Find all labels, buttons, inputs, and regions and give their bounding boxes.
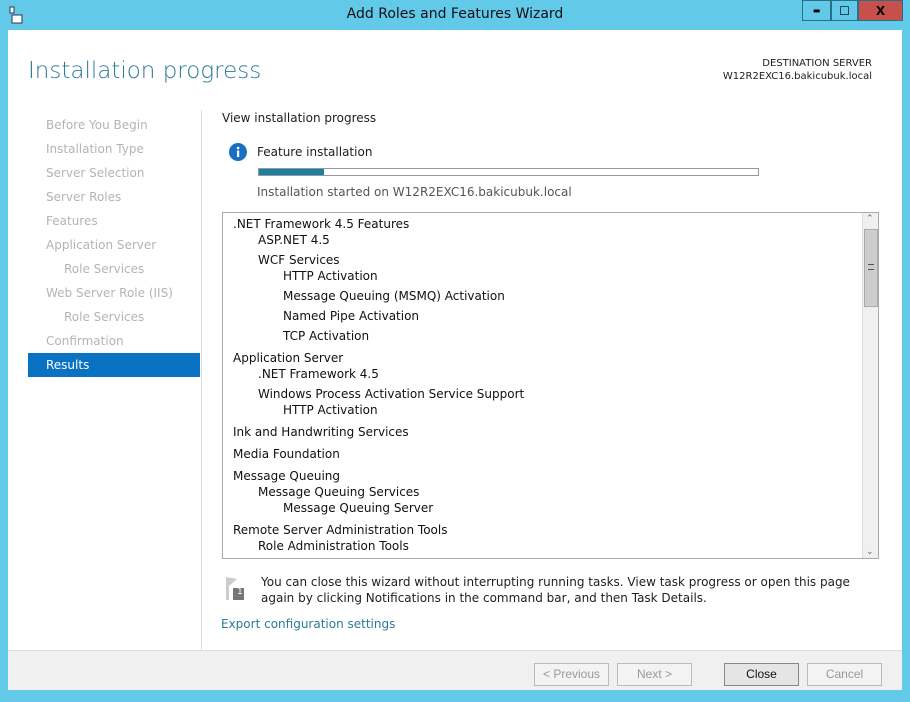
nav-item[interactable]: Role Services: [28, 305, 200, 329]
scroll-thumb[interactable]: [864, 229, 878, 307]
nav-item[interactable]: Confirmation: [28, 329, 200, 353]
close-icon: X: [875, 3, 886, 18]
feature-item: .NET Framework 4.5 Features: [233, 217, 410, 231]
wizard-body: Installation progress DESTINATION SERVER…: [8, 30, 902, 690]
nav-item[interactable]: Server Selection: [28, 161, 200, 185]
feature-item: Remote Server Administration Tools: [233, 523, 448, 537]
feature-item: HTTP Activation: [283, 269, 378, 283]
feature-item: Windows Process Activation Service Suppo…: [258, 387, 525, 401]
nav-item[interactable]: Role Services: [28, 257, 200, 281]
feature-item: Role Administration Tools: [258, 539, 409, 553]
footer: < Previous Next > Close Cancel: [8, 650, 902, 690]
nav-item[interactable]: Web Server Role (IIS): [28, 281, 200, 305]
maximize-button[interactable]: ☐: [831, 0, 858, 21]
destination-server-name: W12R2EXC16.bakicubuk.local: [722, 71, 872, 82]
divider: [201, 110, 202, 650]
feature-item: Media Foundation: [233, 447, 340, 461]
feature-item: Application Server: [233, 351, 344, 365]
cancel-button[interactable]: Cancel: [807, 663, 882, 686]
info-icon: [229, 143, 247, 161]
progress-fill: [259, 169, 324, 175]
scroll-down-icon[interactable]: ⌄: [866, 547, 874, 557]
nav-item[interactable]: Application Server: [28, 233, 200, 257]
destination-label: DESTINATION SERVER: [762, 58, 872, 69]
nav-item[interactable]: Before You Begin: [28, 113, 200, 137]
nav-item[interactable]: Installation Type: [28, 137, 200, 161]
window-title: Add Roles and Features Wizard: [346, 6, 564, 22]
feature-item: TCP Activation: [283, 329, 370, 343]
install-started-text: Installation started on W12R2EXC16.bakic…: [257, 185, 572, 199]
title-bar: Add Roles and Features Wizard ▬ ☐ X: [0, 0, 910, 30]
wizard-nav: Before You Begin Installation Type Server …: [28, 113, 200, 377]
feature-item: ASP.NET 4.5: [258, 233, 330, 247]
close-window-button[interactable]: X: [858, 0, 903, 21]
status-label: Feature installation: [257, 145, 373, 159]
minimize-icon: ▬: [812, 6, 821, 15]
feature-item: .NET Framework 4.5: [258, 367, 379, 381]
view-progress-label: View installation progress: [222, 111, 377, 125]
feature-item: Named Pipe Activation: [283, 309, 420, 323]
feature-item: Message Queuing: [233, 469, 341, 483]
feature-list[interactable]: ⌃ ⌄ .NET Framework 4.5 Features ASP.NET 4…: [222, 212, 879, 559]
export-config-link[interactable]: Export configuration settings: [221, 617, 395, 631]
nav-item[interactable]: Features: [28, 209, 200, 233]
nav-item[interactable]: Results: [28, 353, 200, 377]
feature-item: Message Queuing (MSMQ) Activation: [283, 289, 505, 303]
minimize-button[interactable]: ▬: [802, 0, 831, 21]
grip-icon: [868, 264, 874, 270]
close-button[interactable]: Close: [724, 663, 799, 686]
previous-button[interactable]: < Previous: [534, 663, 609, 686]
feature-item: Message Queuing Server: [283, 501, 434, 515]
page-title: Installation progress: [28, 58, 262, 84]
close-note: You can close this wizard without interr…: [261, 575, 850, 605]
next-button[interactable]: Next >: [617, 663, 692, 686]
feature-item: Ink and Handwriting Services: [233, 425, 409, 439]
notification-badge: 1: [237, 587, 243, 597]
progress-bar: [258, 168, 759, 176]
feature-item: Message Queuing Services: [258, 485, 420, 499]
scroll-up-icon[interactable]: ⌃: [866, 214, 874, 224]
feature-item: HTTP Activation: [283, 403, 378, 417]
scrollbar[interactable]: ⌃ ⌄: [862, 213, 878, 558]
feature-item: WCF Services: [258, 253, 340, 267]
destination-server: DESTINATION SERVER W12R2EXC16.bakicubuk.…: [723, 57, 872, 83]
nav-item[interactable]: Server Roles: [28, 185, 200, 209]
maximize-icon: ☐: [839, 3, 850, 18]
